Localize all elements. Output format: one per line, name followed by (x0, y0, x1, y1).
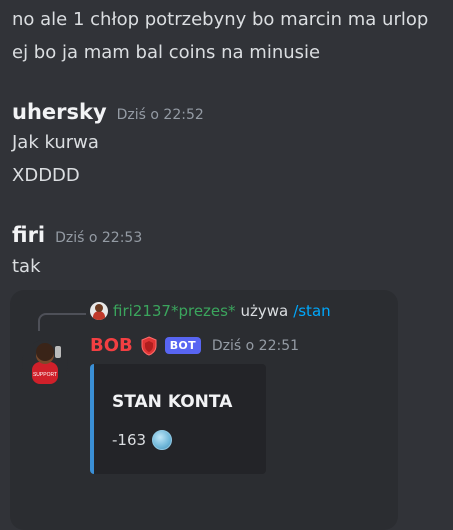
bot-author-name[interactable]: BOB (90, 335, 133, 356)
reply-text: używa (240, 302, 289, 320)
balance-value: -163 (112, 431, 147, 449)
message-header: firi Dziś o 22:53 (12, 223, 142, 247)
message-line: XDDDD (12, 165, 80, 186)
message-line: ej bo ja mam bal coins na minusie (12, 42, 321, 63)
reply-username[interactable]: firi2137*prezes* (113, 302, 235, 320)
bot-message-header: BOB BOT Dziś o 22:51 (90, 335, 299, 356)
message-line: no ale 1 chłop potrzebyny bo marcin ma u… (12, 9, 429, 30)
author-name[interactable]: uhersky (12, 100, 107, 124)
reply-connector (38, 313, 86, 331)
message-header: uhersky Dziś o 22:52 (12, 100, 204, 124)
message-timestamp: Dziś o 22:51 (211, 337, 300, 354)
coin-icon (152, 430, 173, 450)
shield-icon (141, 335, 157, 356)
reply-avatar[interactable] (90, 302, 108, 320)
embed-card: STAN KONTA -163 (90, 364, 266, 474)
bot-avatar[interactable]: SUPPORT (22, 340, 68, 386)
author-name[interactable]: firi (12, 223, 45, 247)
embed-title: STAN KONTA (112, 392, 233, 412)
svg-text:SUPPORT: SUPPORT (33, 372, 57, 378)
reply-reference[interactable]: firi2137*prezes* używa /stan (90, 302, 331, 320)
bot-tag-badge: BOT (164, 337, 201, 354)
message-timestamp: Dziś o 22:53 (55, 230, 143, 246)
embed-value-row: -163 (112, 430, 173, 450)
message-timestamp: Dziś o 22:52 (116, 107, 204, 123)
message-line: Jak kurwa (12, 132, 99, 153)
message-line: tak (12, 256, 41, 277)
reply-command[interactable]: /stan (293, 302, 330, 320)
